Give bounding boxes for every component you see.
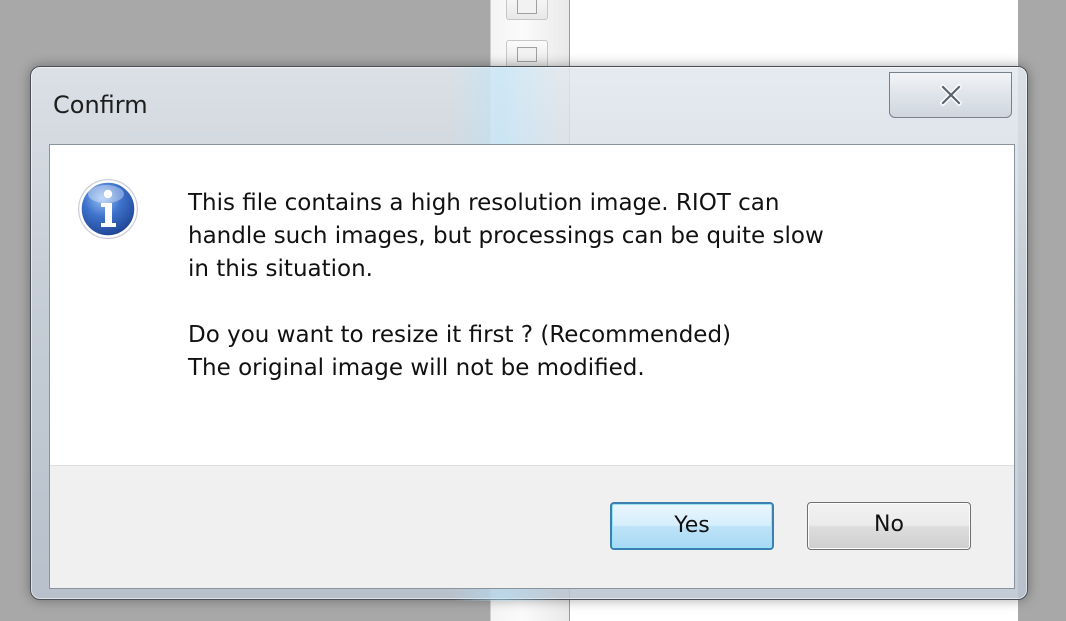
message-line: Do you want to resize it first ? (Recomm…: [188, 322, 732, 348]
tool-icon: [517, 47, 537, 62]
message-line: in this situation.: [188, 256, 373, 282]
close-icon: [940, 84, 962, 106]
no-button[interactable]: No: [807, 502, 971, 550]
message-text: This file contains a high resolution ima…: [188, 187, 988, 385]
message-line: The original image will not be modified.: [188, 355, 645, 381]
background-tool-button[interactable]: [506, 0, 548, 20]
yes-button[interactable]: Yes: [610, 502, 774, 550]
info-icon: [78, 179, 138, 239]
dialog-title: Confirm: [53, 91, 148, 119]
screen: Confirm This file contains a high resolu…: [0, 0, 1066, 621]
close-button[interactable]: [889, 72, 1012, 118]
tool-icon: [517, 0, 537, 14]
message-line: handle such images, but processings can …: [188, 223, 824, 249]
dialog-client-area: This file contains a high resolution ima…: [49, 144, 1015, 589]
dialog-button-bar: Yes No: [50, 465, 1014, 588]
background-tool-button[interactable]: [506, 40, 548, 68]
confirm-dialog: Confirm This file contains a high resolu…: [30, 66, 1028, 601]
message-line: This file contains a high resolution ima…: [188, 190, 780, 216]
